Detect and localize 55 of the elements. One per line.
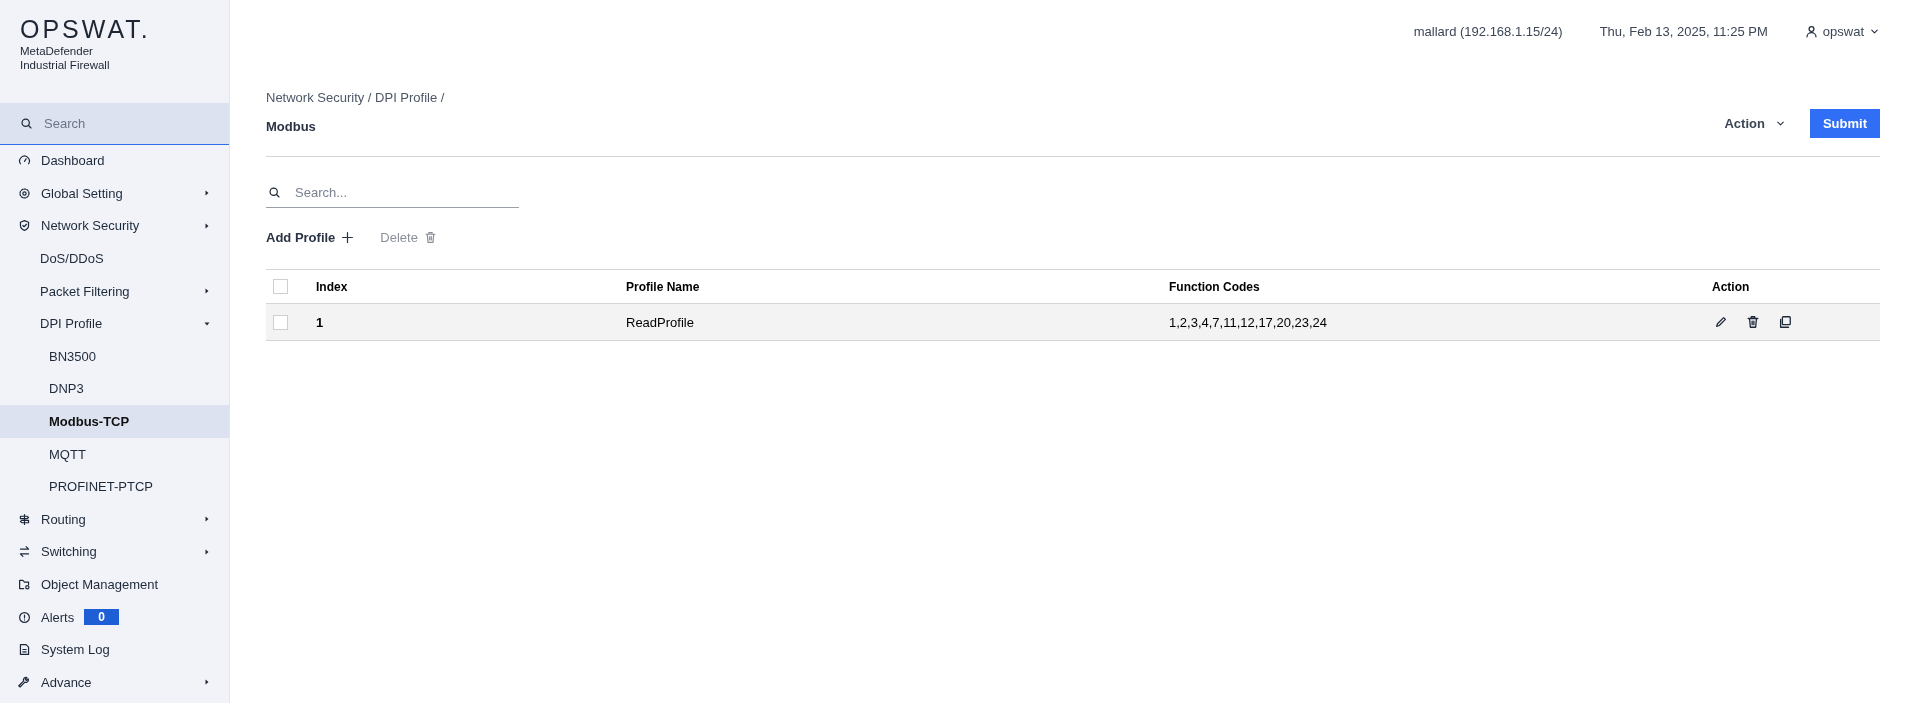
- nav-item[interactable]: Packet Filtering: [0, 274, 229, 308]
- column-header: Profile Name: [626, 279, 700, 294]
- nav-item[interactable]: MQTT: [0, 437, 229, 471]
- trash-icon: [423, 230, 437, 244]
- nav-item[interactable]: Network Security: [0, 209, 229, 243]
- search-icon: [268, 186, 281, 199]
- nav-item[interactable]: DoS/DDoS: [0, 242, 229, 275]
- count-badge: 0: [84, 609, 119, 626]
- host-label: mallard (192.168.1.15/24): [1413, 23, 1563, 39]
- plus-icon: [341, 230, 355, 244]
- submit-button[interactable]: Submit: [1809, 109, 1880, 138]
- edit-pencil-icon[interactable]: [1714, 315, 1728, 329]
- wrench-icon: [18, 675, 31, 689]
- table-cell: 1,2,3,4,7,11,12,17,20,23,24: [1169, 314, 1328, 330]
- nav-item[interactable]: PROFINET-PTCP: [0, 470, 229, 504]
- nav-item[interactable]: Alerts 0: [0, 600, 229, 634]
- alert-icon: [18, 610, 31, 624]
- nav-item[interactable]: Object Management: [0, 568, 229, 601]
- shield-check-icon: [18, 219, 31, 233]
- table-cell: ReadProfile: [626, 314, 694, 330]
- trash-icon[interactable]: [1746, 315, 1760, 329]
- page-title: Modbus: [266, 119, 317, 134]
- user-menu[interactable]: opswat: [1804, 23, 1880, 39]
- breadcrumb: Network Security / DPI Profile /: [266, 90, 445, 105]
- add-profile-button[interactable]: Add Profile: [266, 229, 355, 245]
- nav-item[interactable]: System Log: [0, 633, 229, 666]
- document-icon: [18, 643, 31, 657]
- nav-item[interactable]: Advance: [0, 666, 229, 699]
- product-name: Industrial Firewall: [20, 58, 111, 72]
- person-icon: [1804, 24, 1818, 38]
- column-header: Action: [1712, 279, 1750, 294]
- logo: OPSWAT.: [20, 14, 152, 44]
- action-menu[interactable]: Action: [1718, 115, 1792, 132]
- nav-item[interactable]: Global Setting: [0, 177, 229, 210]
- signpost-icon: [18, 512, 31, 526]
- arrows-icon: [18, 545, 31, 559]
- nav-item[interactable]: Switching: [0, 535, 229, 569]
- nav-item[interactable]: Modbus-TCP: [0, 405, 229, 438]
- gear-icon: [18, 186, 31, 200]
- nav-item[interactable]: Routing: [0, 503, 229, 536]
- folder-gear-icon: [18, 578, 31, 591]
- nav-item[interactable]: DNP3: [0, 372, 229, 406]
- checkbox[interactable]: [273, 314, 288, 330]
- nav-item[interactable]: Dashboard: [0, 144, 229, 178]
- product-name: MetaDefender: [20, 44, 94, 58]
- search-field[interactable]: Search: [0, 103, 229, 145]
- table-cell: 1: [316, 314, 324, 330]
- column-header: Index: [316, 279, 348, 294]
- column-header: Function Codes: [1169, 279, 1260, 294]
- chevron-down-icon: [1774, 118, 1786, 129]
- date-time: Thu, Feb 13, 2025, 11:25 PM: [1599, 23, 1768, 39]
- copy-icon[interactable]: [1778, 315, 1792, 329]
- nav-item[interactable]: BN3500: [0, 340, 229, 373]
- checkbox[interactable]: [273, 279, 288, 294]
- nav-item[interactable]: DPI Profile: [0, 307, 229, 341]
